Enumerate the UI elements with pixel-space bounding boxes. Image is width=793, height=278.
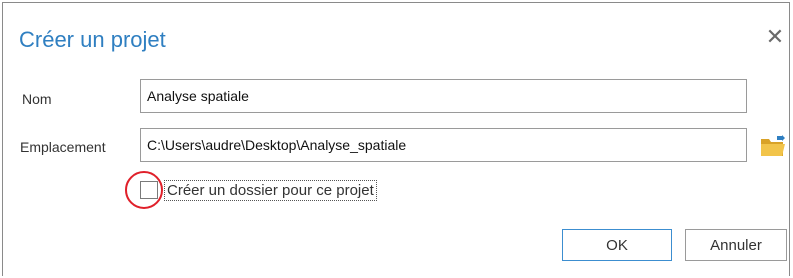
close-button[interactable]: ✕: [763, 24, 787, 49]
browse-folder-button[interactable]: [759, 133, 787, 159]
folder-icon: [761, 135, 785, 156]
location-input[interactable]: [140, 128, 747, 162]
dialog-title: Créer un projet: [19, 27, 166, 52]
highlight-circle: [125, 171, 163, 209]
name-label: Nom: [22, 91, 52, 107]
create-folder-option: Créer un dossier pour ce projet: [138, 176, 377, 204]
create-folder-label[interactable]: Créer un dossier pour ce projet: [164, 179, 377, 201]
ok-button[interactable]: OK: [562, 229, 672, 261]
close-icon: ✕: [765, 24, 785, 49]
cancel-button[interactable]: Annuler: [685, 229, 787, 261]
name-input[interactable]: [140, 79, 747, 113]
location-label: Emplacement: [20, 139, 106, 155]
